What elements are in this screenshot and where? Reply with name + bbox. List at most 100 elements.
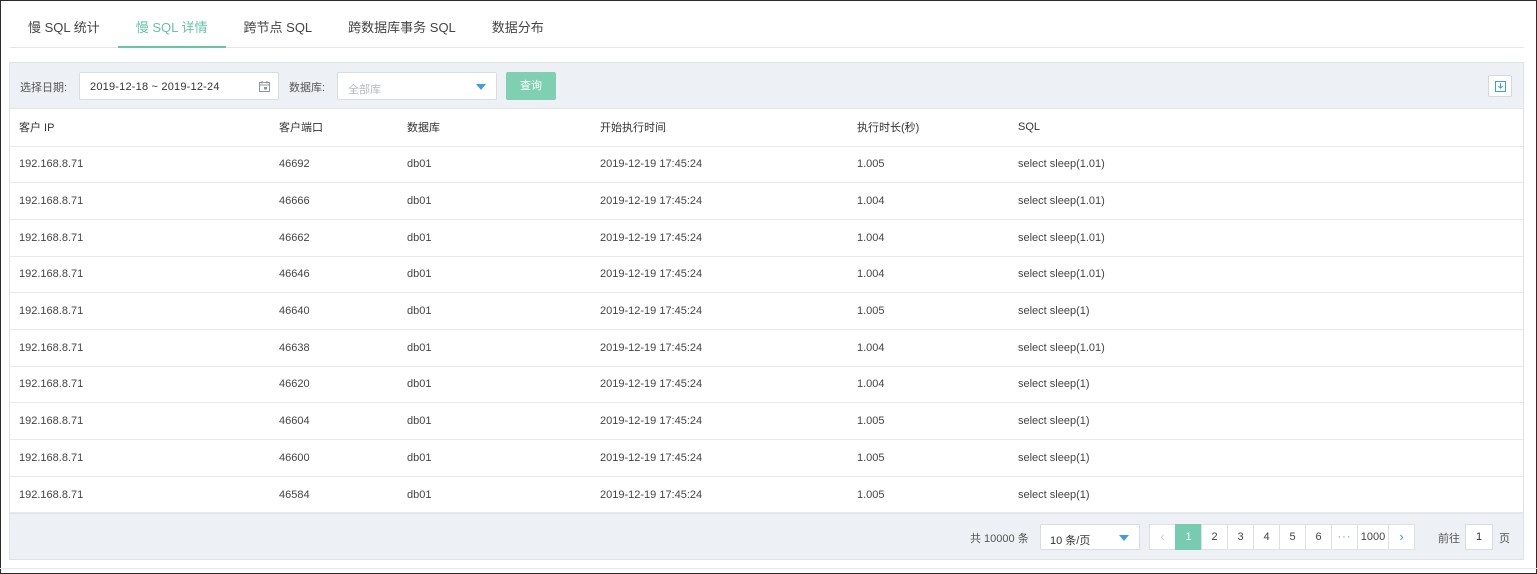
cell-start-time: 2019-12-19 17:45:24 [591, 476, 848, 514]
cell-client-port: 46620 [270, 366, 398, 404]
cell-client-port: 46640 [270, 292, 398, 330]
cell-database: db01 [398, 182, 591, 220]
table-row: 192.168.8.71 46604 db01 2019-12-19 17:45:24… [10, 402, 1523, 440]
col-header-database: 数据库 [398, 109, 591, 147]
chevron-down-icon [1119, 535, 1129, 541]
col-header-duration: 执行时长(秒) [848, 109, 1009, 147]
cell-client-port: 46600 [270, 439, 398, 477]
cell-database: db01 [398, 476, 591, 514]
cell-client-ip: 192.168.8.71 [10, 402, 270, 440]
goto-label: 前往 [1438, 533, 1460, 545]
cell-database: db01 [398, 219, 591, 257]
col-header-client-port: 客户端口 [270, 109, 398, 147]
pagination-bar: 共 10000 条 10 条/页 ‹ 1 2 3 4 5 6 ··· 1000 … [10, 513, 1523, 559]
cell-start-time: 2019-12-19 17:45:24 [591, 146, 848, 184]
cell-start-time: 2019-12-19 17:45:24 [591, 182, 848, 220]
cell-duration: 1.005 [848, 146, 1009, 184]
cell-sql: select sleep(1.01) [1009, 219, 1523, 257]
cell-duration: 1.004 [848, 366, 1009, 404]
chevron-down-icon [476, 84, 486, 90]
cell-database: db01 [398, 366, 591, 404]
cell-database: db01 [398, 292, 591, 330]
page-button-4[interactable]: 4 [1253, 524, 1280, 550]
calendar-icon [259, 81, 270, 92]
cell-duration: 1.004 [848, 256, 1009, 294]
cell-sql: select sleep(1.01) [1009, 256, 1523, 294]
database-select[interactable]: 全部库 [337, 72, 497, 100]
tab-bar: 慢 SQL 统计 慢 SQL 详情 跨节点 SQL 跨数据库事务 SQL 数据分… [10, 0, 1524, 48]
date-range-picker[interactable]: 2019-12-18 ~ 2019-12-24 [79, 72, 279, 100]
page-button-2[interactable]: 2 [1201, 524, 1228, 550]
cell-duration: 1.004 [848, 219, 1009, 257]
page-button-6[interactable]: 6 [1305, 524, 1332, 550]
cell-client-ip: 192.168.8.71 [10, 329, 270, 367]
database-placeholder: 全部库 [348, 84, 381, 96]
table-row: 192.168.8.71 46666 db01 2019-12-19 17:45:24… [10, 182, 1523, 220]
download-icon [1495, 81, 1506, 92]
page-button-1[interactable]: 1 [1175, 524, 1202, 550]
prev-page-button[interactable]: ‹ [1149, 524, 1176, 550]
cell-client-port: 46662 [270, 219, 398, 257]
cell-duration: 1.004 [848, 329, 1009, 367]
table-row: 192.168.8.71 46646 db01 2019-12-19 17:45:24… [10, 256, 1523, 294]
table-row: 192.168.8.71 46584 db01 2019-12-19 17:45:24… [10, 476, 1523, 514]
cell-sql: select sleep(1) [1009, 366, 1523, 404]
slow-sql-table: 客户 IP 客户端口 数据库 开始执行时间 执行时长(秒) SQL 192.16… [10, 109, 1523, 514]
cell-database: db01 [398, 256, 591, 294]
cell-sql: select sleep(1) [1009, 402, 1523, 440]
cell-sql: select sleep(1) [1009, 476, 1523, 514]
cell-duration: 1.005 [848, 476, 1009, 514]
query-button[interactable]: 查询 [506, 72, 556, 100]
page-button-last[interactable]: 1000 [1357, 524, 1389, 550]
table-row: 192.168.8.71 46638 db01 2019-12-19 17:45:24… [10, 329, 1523, 367]
more-pages-button[interactable]: ··· [1331, 524, 1358, 550]
table-row: 192.168.8.71 46640 db01 2019-12-19 17:45:24… [10, 292, 1523, 330]
table-row: 192.168.8.71 46600 db01 2019-12-19 17:45:24… [10, 439, 1523, 477]
tab-slow-sql-detail[interactable]: 慢 SQL 详情 [117, 0, 226, 48]
table-row: 192.168.8.71 46620 db01 2019-12-19 17:45:24… [10, 366, 1523, 404]
table-header-row: 客户 IP 客户端口 数据库 开始执行时间 执行时长(秒) SQL [10, 109, 1523, 147]
tab-data-distribution[interactable]: 数据分布 [474, 0, 562, 47]
page-button-5[interactable]: 5 [1279, 524, 1306, 550]
cell-duration: 1.005 [848, 439, 1009, 477]
cell-start-time: 2019-12-19 17:45:24 [591, 219, 848, 257]
cell-client-ip: 192.168.8.71 [10, 256, 270, 294]
page-size-select[interactable]: 10 条/页 [1040, 524, 1140, 550]
cell-client-ip: 192.168.8.71 [10, 219, 270, 257]
tab-cross-node-sql[interactable]: 跨节点 SQL [226, 0, 331, 47]
cell-duration: 1.005 [848, 402, 1009, 440]
cell-client-port: 46646 [270, 256, 398, 294]
export-button[interactable] [1488, 75, 1512, 97]
cell-client-ip: 192.168.8.71 [10, 476, 270, 514]
cell-sql: select sleep(1.01) [1009, 329, 1523, 367]
cell-start-time: 2019-12-19 17:45:24 [591, 366, 848, 404]
table-row: 192.168.8.71 46662 db01 2019-12-19 17:45:24… [10, 219, 1523, 257]
pager: ‹ 1 2 3 4 5 6 ··· 1000 › [1149, 524, 1415, 550]
cell-sql: select sleep(1) [1009, 292, 1523, 330]
cell-client-ip: 192.168.8.71 [10, 182, 270, 220]
cell-client-port: 46638 [270, 329, 398, 367]
table-row: 192.168.8.71 46692 db01 2019-12-19 17:45:24… [10, 146, 1523, 184]
page-button-3[interactable]: 3 [1227, 524, 1254, 550]
tab-cross-db-transaction-sql[interactable]: 跨数据库事务 SQL [330, 0, 474, 47]
cell-client-ip: 192.168.8.71 [10, 292, 270, 330]
cell-sql: select sleep(1.01) [1009, 146, 1523, 184]
next-page-button[interactable]: › [1388, 524, 1415, 550]
tab-slow-sql-stats[interactable]: 慢 SQL 统计 [10, 0, 118, 47]
cell-start-time: 2019-12-19 17:45:24 [591, 402, 848, 440]
col-header-sql: SQL [1009, 109, 1523, 147]
cell-duration: 1.004 [848, 182, 1009, 220]
cell-client-ip: 192.168.8.71 [10, 366, 270, 404]
bottom-divider [0, 568, 1537, 569]
goto-page-input[interactable]: 1 [1465, 524, 1493, 550]
cell-database: db01 [398, 402, 591, 440]
date-range-value: 2019-12-18 ~ 2019-12-24 [90, 81, 220, 93]
date-label: 选择日期: [20, 82, 68, 94]
cell-start-time: 2019-12-19 17:45:24 [591, 292, 848, 330]
cell-duration: 1.005 [848, 292, 1009, 330]
total-count: 共 10000 条 [970, 533, 1029, 545]
filter-toolbar: 选择日期: 2019-12-18 ~ 2019-12-24 数据库: 全部库 查… [10, 63, 1523, 109]
cell-client-port: 46666 [270, 182, 398, 220]
cell-start-time: 2019-12-19 17:45:24 [591, 439, 848, 477]
cell-client-ip: 192.168.8.71 [10, 146, 270, 184]
